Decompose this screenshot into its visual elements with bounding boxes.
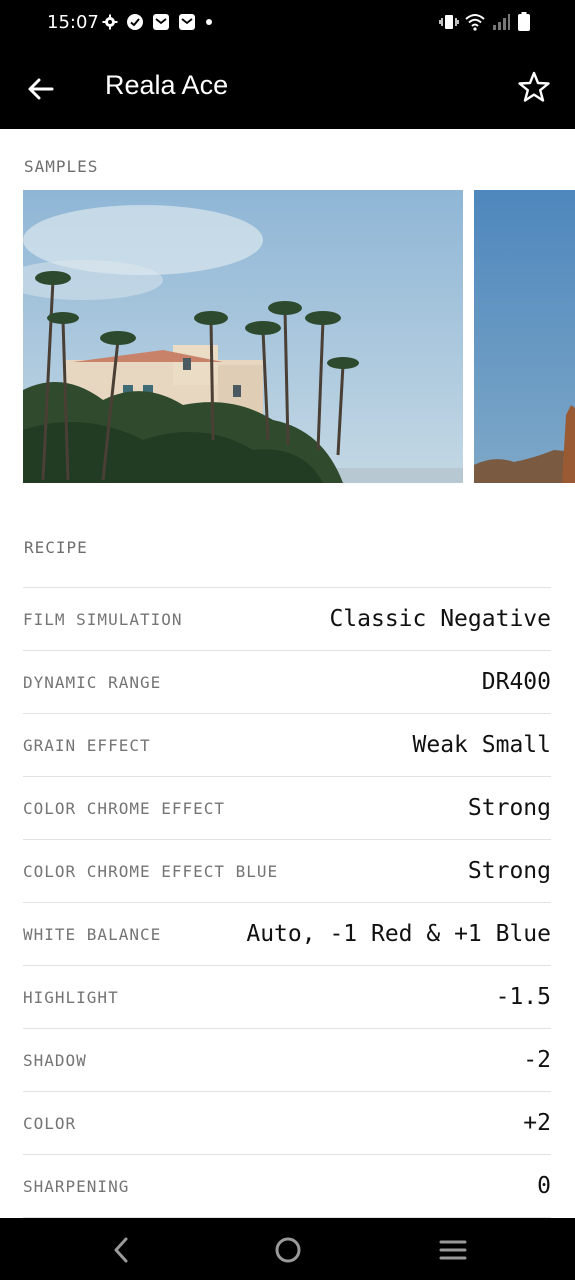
status-bar: 15:07 bbox=[0, 0, 575, 48]
recipe-row-color-chrome-effect: COLOR CHROME EFFECT Strong bbox=[23, 776, 551, 839]
recipe-table: FILM SIMULATION Classic Negative DYNAMIC… bbox=[23, 587, 551, 1280]
recipe-row-sharpening: SHARPENING 0 bbox=[23, 1154, 551, 1217]
dot-icon bbox=[206, 19, 212, 25]
gear-icon bbox=[102, 14, 118, 30]
sample-photo-1[interactable] bbox=[23, 190, 463, 483]
back-triangle-icon[interactable] bbox=[107, 1235, 137, 1265]
mail-icon bbox=[153, 14, 169, 30]
page-title: Reala Ace bbox=[105, 70, 229, 100]
row-label: FILM SIMULATION bbox=[23, 609, 183, 629]
notification-icons bbox=[102, 13, 214, 31]
wifi-icon bbox=[465, 14, 485, 31]
row-value: DR400 bbox=[481, 669, 551, 695]
recipe-row-dynamic-range: DYNAMIC RANGE DR400 bbox=[23, 650, 551, 713]
row-label: DYNAMIC RANGE bbox=[23, 672, 162, 692]
recipe-row-white-balance: WHITE BALANCE Auto, -1 Red & +1 Blue bbox=[23, 902, 551, 965]
row-label: SHARPENING bbox=[23, 1176, 130, 1196]
system-status-icons bbox=[439, 12, 531, 32]
recipe-row-film-simulation: FILM SIMULATION Classic Negative bbox=[23, 587, 551, 650]
row-value: Auto, -1 Red & +1 Blue bbox=[246, 921, 551, 947]
row-value: 0 bbox=[537, 1173, 551, 1199]
recipe-row-color: COLOR +2 bbox=[23, 1091, 551, 1154]
battery-icon bbox=[518, 12, 530, 31]
recipe-row-grain-effect: GRAIN EFFECT Weak Small bbox=[23, 713, 551, 776]
recipe-row-color-chrome-effect-blue: COLOR CHROME EFFECT BLUE Strong bbox=[23, 839, 551, 902]
row-label: WHITE BALANCE bbox=[23, 924, 162, 944]
row-label: SHADOW bbox=[23, 1050, 87, 1070]
row-value: +2 bbox=[523, 1110, 551, 1136]
row-label: COLOR CHROME EFFECT bbox=[23, 798, 226, 818]
sample-photo-sky-rocks bbox=[474, 190, 575, 483]
row-value: Strong bbox=[467, 795, 551, 821]
app-bar: Reala Ace bbox=[0, 48, 575, 129]
sample-photo-2[interactable] bbox=[474, 190, 575, 483]
signal-icon bbox=[493, 14, 510, 30]
row-value: -1.5 bbox=[495, 984, 551, 1010]
row-value: Strong bbox=[467, 858, 551, 884]
star-outline-icon[interactable] bbox=[517, 70, 551, 104]
recipe-row-shadow: SHADOW -2 bbox=[23, 1028, 551, 1091]
row-value: Weak Small bbox=[412, 732, 551, 758]
vibrate-icon bbox=[439, 15, 459, 29]
recipe-row-highlight: HIGHLIGHT -1.5 bbox=[23, 965, 551, 1028]
check-circle-icon bbox=[127, 14, 143, 30]
status-time: 15:07 bbox=[47, 12, 99, 33]
row-label: HIGHLIGHT bbox=[23, 987, 119, 1007]
menu-lines-icon[interactable] bbox=[438, 1235, 468, 1265]
row-value: -2 bbox=[523, 1047, 551, 1073]
arrow-left-icon[interactable] bbox=[24, 72, 58, 106]
mail-icon bbox=[179, 14, 195, 30]
row-label: GRAIN EFFECT bbox=[23, 735, 151, 755]
recipe-label: RECIPE bbox=[24, 538, 88, 557]
row-label: COLOR bbox=[23, 1113, 77, 1133]
sample-photo-villa-palms bbox=[23, 190, 463, 483]
row-label: COLOR CHROME EFFECT BLUE bbox=[23, 861, 279, 881]
home-circle-icon[interactable] bbox=[273, 1235, 303, 1265]
system-nav-bar bbox=[0, 1218, 575, 1280]
samples-label: SAMPLES bbox=[24, 157, 99, 176]
row-value: Classic Negative bbox=[329, 606, 551, 632]
